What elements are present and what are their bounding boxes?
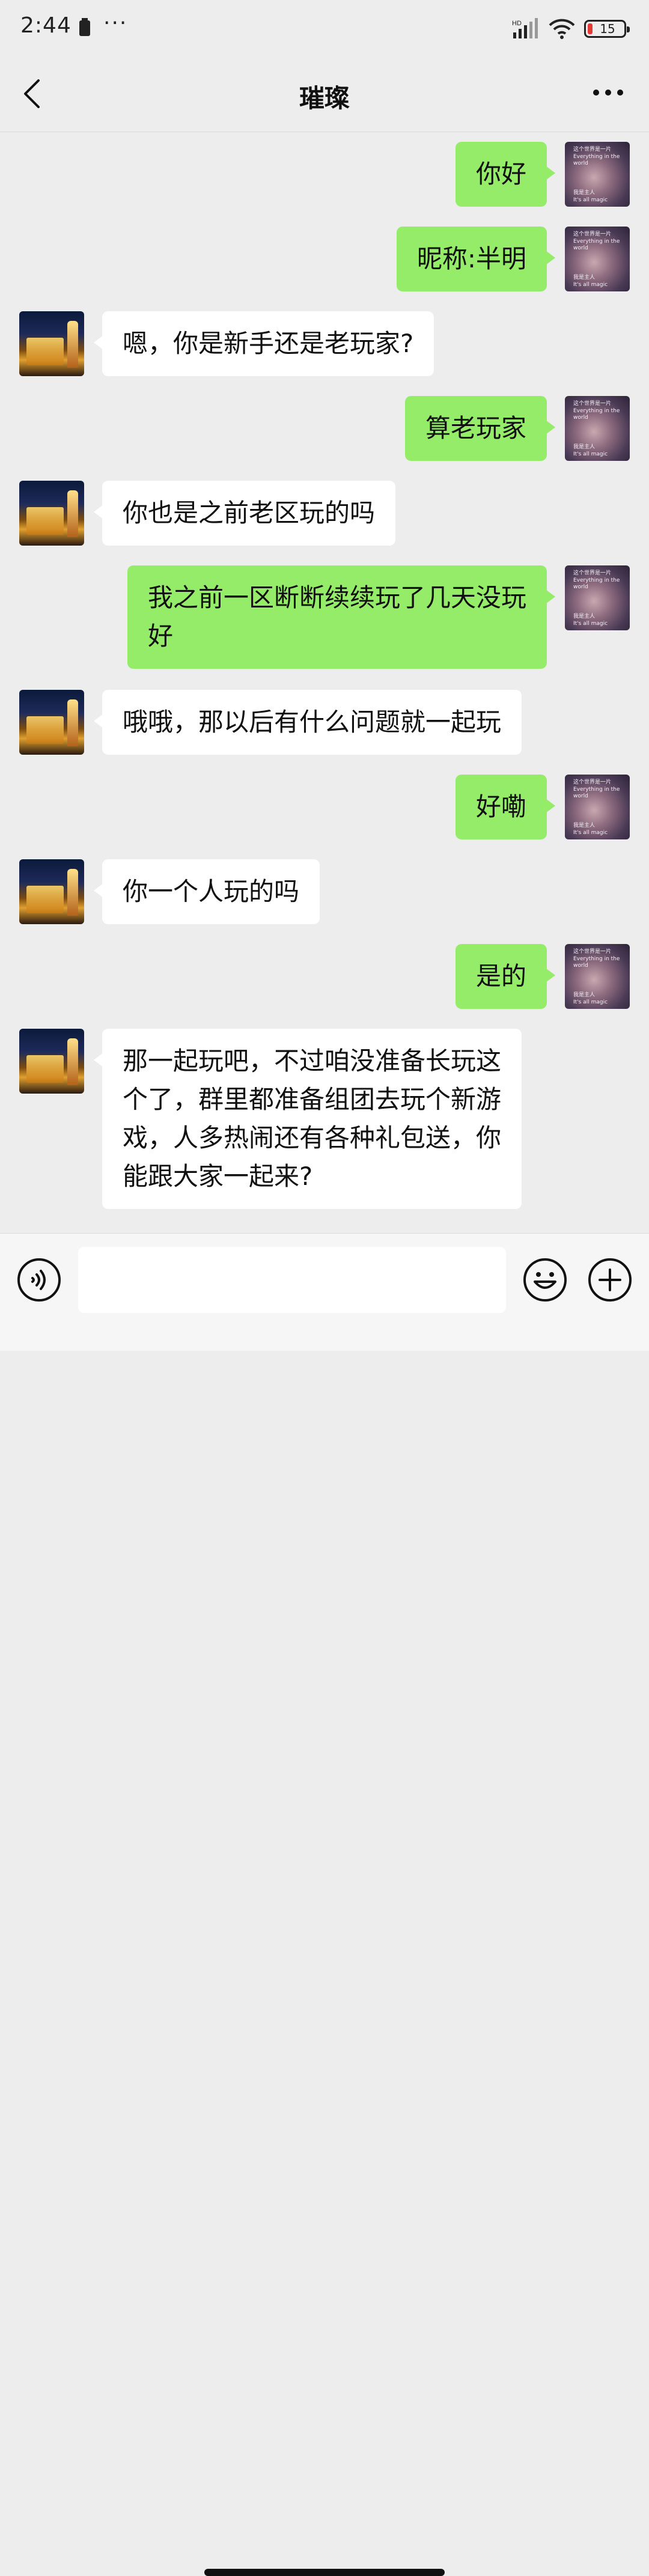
outgoing-message-bubble[interactable]: 你好	[455, 142, 556, 207]
plus-icon[interactable]	[588, 1258, 632, 1302]
contact-avatar[interactable]	[19, 481, 84, 546]
incoming-message-bubble[interactable]: 嗯，你是新手还是老玩家?	[93, 311, 434, 376]
incoming-message-bubble[interactable]: 你也是之前老区玩的吗	[93, 481, 396, 546]
battery-icon: 15	[584, 20, 630, 38]
battery-level: 15	[600, 22, 615, 36]
outgoing-message-bubble[interactable]: 是的	[455, 944, 556, 1009]
status-time: 2:44	[20, 13, 72, 38]
outgoing-message-bubble[interactable]: 我之前一区断断续续玩了几天没玩 好	[127, 565, 556, 669]
contact-avatar[interactable]	[19, 1029, 84, 1094]
self-avatar[interactable]: 这个世界是一片 Everything in the world 我是主人 It'…	[565, 396, 630, 461]
chat-title: 璀璨	[299, 84, 350, 113]
contact-avatar[interactable]	[19, 859, 84, 924]
network-type-label: HD	[512, 20, 522, 27]
more-icon[interactable]	[591, 85, 625, 100]
home-indicator[interactable]	[204, 2569, 445, 2576]
self-avatar[interactable]: 这个世界是一片 Everything in the world 我是主人 It'…	[565, 565, 630, 630]
outgoing-message-bubble[interactable]: 算老玩家	[404, 396, 556, 461]
signal-icon: HD	[512, 18, 538, 38]
incoming-message-bubble[interactable]: 哦哦，那以后有什么问题就一起玩	[93, 690, 522, 755]
message-input[interactable]	[78, 1247, 506, 1313]
self-avatar[interactable]: 这个世界是一片 Everything in the world 我是主人 It'…	[565, 775, 630, 839]
outgoing-message-bubble[interactable]: 好嘞	[455, 775, 556, 839]
incoming-message-bubble[interactable]: 你一个人玩的吗	[93, 859, 320, 924]
self-avatar[interactable]: 这个世界是一片 Everything in the world 我是主人 It'…	[565, 142, 630, 207]
status-right-group: HD 15	[512, 17, 630, 41]
notification-dots: ···	[103, 11, 128, 35]
emoji-icon[interactable]	[523, 1258, 567, 1302]
outgoing-message-bubble[interactable]: 昵称:半明	[396, 227, 556, 291]
voice-icon[interactable]	[17, 1258, 61, 1302]
wifi-icon	[549, 19, 575, 39]
contact-avatar[interactable]	[19, 311, 84, 376]
battery-saver-icon	[79, 18, 90, 36]
chat-header: 璀璨	[0, 55, 649, 132]
contact-avatar[interactable]	[19, 690, 84, 755]
input-bar	[0, 1233, 649, 2576]
self-avatar[interactable]: 这个世界是一片 Everything in the world 我是主人 It'…	[565, 944, 630, 1009]
incoming-message-bubble[interactable]: 那一起玩吧，不过咱没准备长玩这 个了，群里都准备组团去玩个新游 戏，人多热闹还有…	[93, 1029, 522, 1209]
message-list[interactable]: 你好 这个世界是一片 Everything in the world 我是主人 …	[0, 133, 649, 1233]
status-bar: 2:44 ··· HD 15	[0, 0, 649, 55]
self-avatar[interactable]: 这个世界是一片 Everything in the world 我是主人 It'…	[565, 227, 630, 291]
